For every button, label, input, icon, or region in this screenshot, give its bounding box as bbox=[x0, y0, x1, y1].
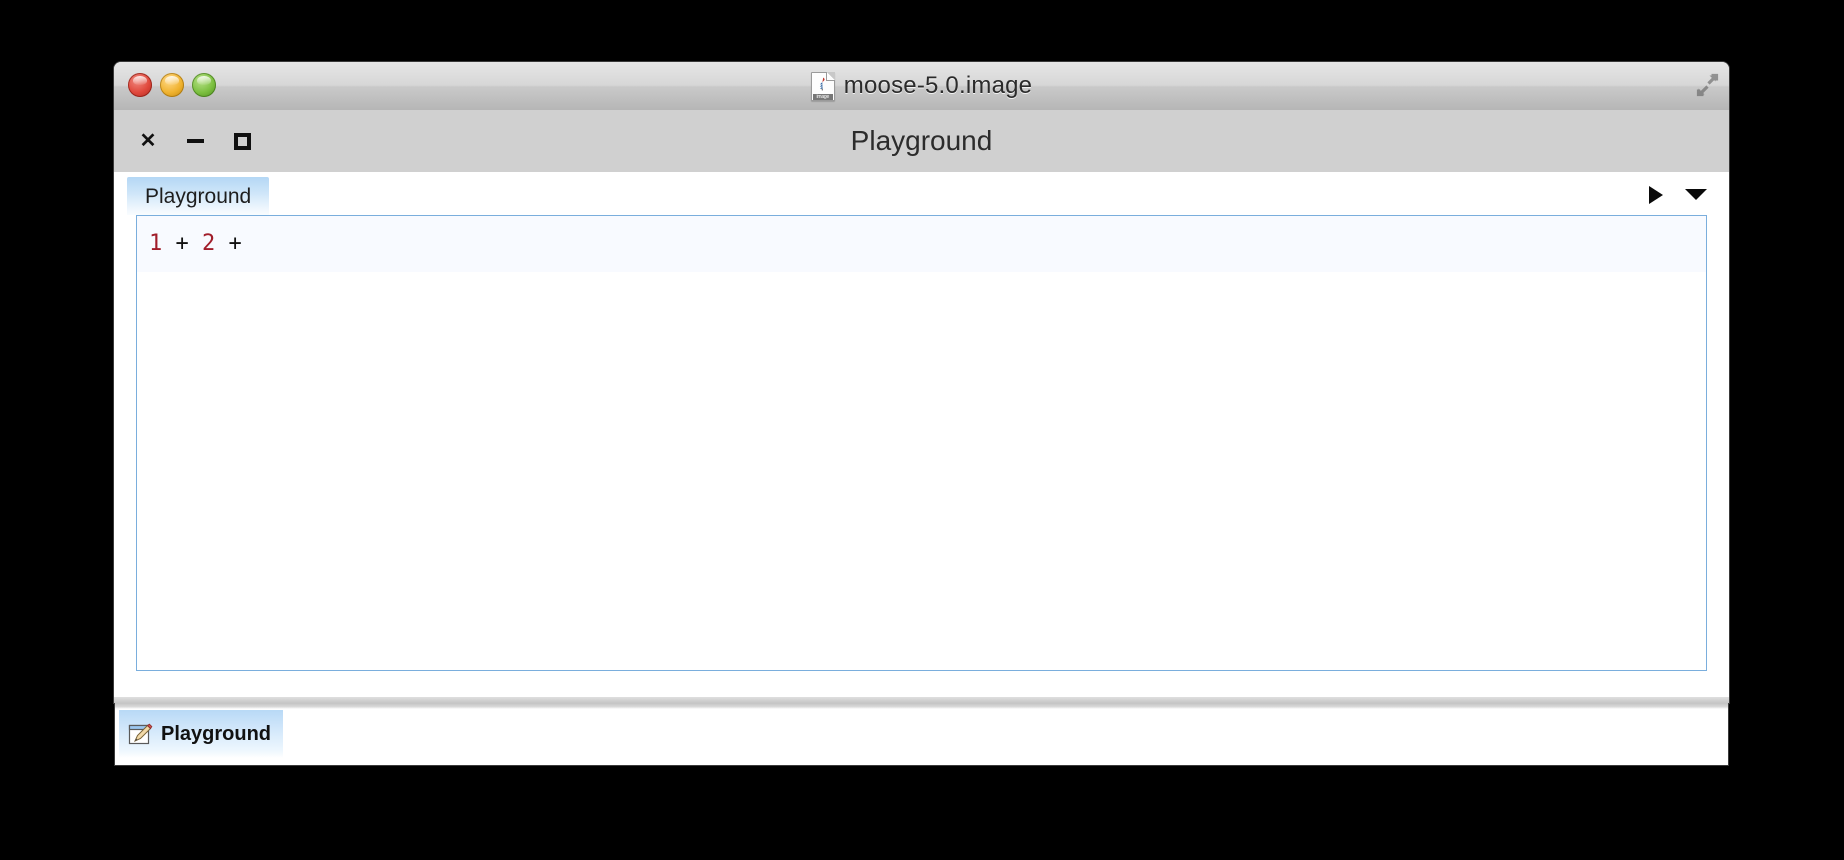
app-window: ✕ Playground Playground 1 + 2 + bbox=[114, 110, 1729, 703]
tab-actions bbox=[1649, 173, 1707, 216]
taskbar: Playground bbox=[114, 703, 1729, 766]
app-maximize-button[interactable] bbox=[230, 129, 254, 153]
minimize-window-button[interactable] bbox=[160, 73, 184, 97]
editor-container: 1 + 2 + bbox=[114, 215, 1729, 671]
balloon-glyph bbox=[819, 77, 825, 91]
code-token-operator: + bbox=[228, 231, 242, 256]
zoom-window-button[interactable] bbox=[192, 73, 216, 97]
chevron-down-icon[interactable] bbox=[1685, 189, 1707, 200]
app-minimize-button[interactable] bbox=[183, 129, 207, 153]
page-fold bbox=[825, 71, 835, 81]
app-close-button[interactable]: ✕ bbox=[136, 129, 160, 153]
app-titlebar[interactable]: ✕ Playground bbox=[114, 110, 1729, 173]
taskbar-item-playground[interactable]: Playground bbox=[119, 710, 284, 758]
close-window-button[interactable] bbox=[128, 73, 152, 97]
code-token-number: 1 bbox=[149, 231, 163, 256]
taskbar-separator bbox=[115, 703, 1728, 709]
expand-arrows-icon[interactable] bbox=[1694, 72, 1720, 98]
app-window-title: Playground bbox=[850, 125, 993, 156]
os-titlebar[interactable]: image moose-5.0.image bbox=[114, 62, 1729, 111]
code-editor[interactable]: 1 + 2 + bbox=[136, 215, 1707, 671]
tab-list: Playground bbox=[127, 177, 270, 216]
play-triangle-icon[interactable] bbox=[1649, 185, 1663, 204]
app-window-controls: ✕ bbox=[136, 110, 254, 172]
desktop: image moose-5.0.image ✕ Playground Playg… bbox=[0, 0, 1844, 860]
image-file-icon: image bbox=[810, 71, 835, 101]
tab-playground-label: Playground bbox=[145, 184, 252, 208]
tabbar: Playground bbox=[114, 173, 1729, 216]
code-token-operator: + bbox=[175, 231, 189, 256]
pencil-document-icon bbox=[128, 723, 153, 744]
os-window: image moose-5.0.image ✕ Playground Playg… bbox=[114, 62, 1729, 703]
os-window-title: moose-5.0.image bbox=[843, 72, 1033, 99]
code-content[interactable]: 1 + 2 + bbox=[137, 216, 1706, 258]
image-file-icon-label: image bbox=[812, 93, 833, 100]
taskbar-item-playground-label: Playground bbox=[161, 722, 272, 745]
tab-playground[interactable]: Playground bbox=[127, 177, 270, 216]
traffic-light-group bbox=[128, 73, 216, 97]
os-title-group: image moose-5.0.image bbox=[114, 62, 1729, 110]
code-token-number: 2 bbox=[202, 231, 216, 256]
taskbar-item-list: Playground bbox=[119, 710, 284, 758]
